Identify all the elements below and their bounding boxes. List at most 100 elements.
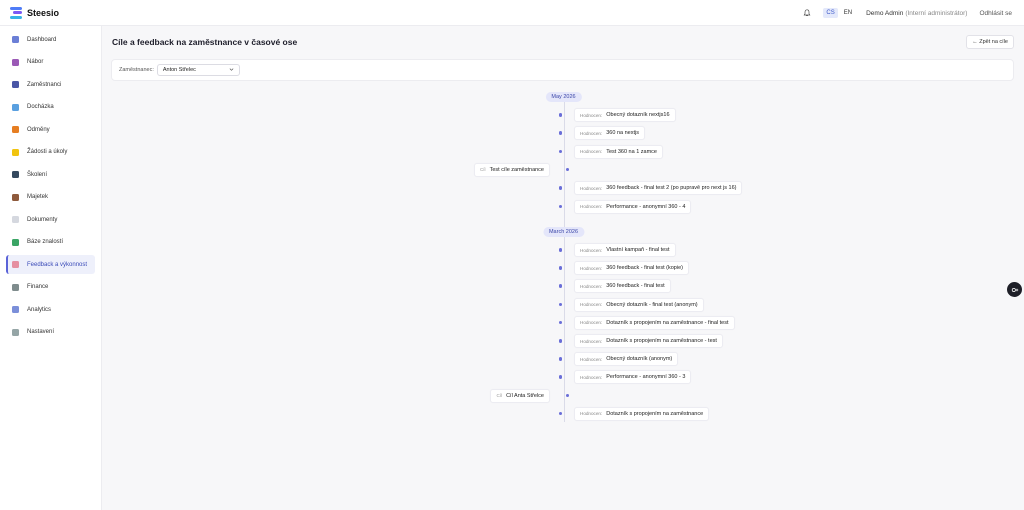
header-actions: CS EN Demo Admin (Interní administrátor)…	[803, 0, 1012, 26]
toggle-icon	[1011, 287, 1018, 292]
employee-filter-label: Zaměstnanec:	[119, 67, 154, 73]
timeline-dot	[558, 149, 562, 154]
sidebar-item-icon	[12, 283, 19, 291]
user-role: (Interní administrátor)	[905, 9, 968, 17]
feedback-card[interactable]: Hodnocen: Performance - anonymní 360 - 4	[574, 199, 692, 214]
timeline-dot	[565, 393, 569, 398]
goal-card[interactable]: Cíl Cíl Anta Střelce	[490, 388, 550, 403]
feedback-prefix: Hodnocen:	[580, 149, 603, 155]
sidebar-item[interactable]: Odměny	[6, 120, 95, 139]
page-title: Cíle a feedback na zaměstnance v časové …	[112, 37, 298, 47]
sidebar-item[interactable]: Analytics	[6, 300, 95, 319]
app-logo[interactable]: Steesio	[0, 6, 102, 19]
top-bar: Steesio CS EN Demo Admin (Interní admini…	[0, 0, 1024, 26]
logout-link[interactable]: Odhlásit se	[979, 10, 1012, 17]
back-to-goals-button[interactable]: ← Zpět na cíle	[966, 35, 1014, 49]
sidebar-item-icon	[12, 216, 19, 223]
employee-select[interactable]: Anton Střelec	[156, 64, 240, 76]
timeline-axis	[564, 92, 565, 422]
sidebar-item-label: Dokumenty	[27, 216, 58, 223]
sidebar-item-label: Zaměstnanci	[27, 81, 62, 88]
feedback-card[interactable]: Hodnocen: Dotazník s propojením na zaměst…	[574, 406, 710, 421]
sidebar-item-icon	[12, 306, 19, 313]
sidebar-item[interactable]: Docházka	[6, 98, 95, 117]
sidebar-item[interactable]: Školení	[6, 165, 95, 184]
sidebar-item-label: Majetek	[27, 194, 49, 200]
sidebar-item-label: Žádosti a úkoly	[27, 149, 68, 155]
feedback-card[interactable]: Hodnocen: 360 feedback - final test	[574, 279, 671, 294]
feedback-prefix: Hodnocen:	[580, 374, 603, 380]
sidebar-item[interactable]: Majetek	[6, 188, 95, 207]
filter-bar: Zaměstnanec: Anton Střelec	[111, 59, 1014, 81]
timeline-dot	[558, 339, 562, 343]
timeline-dot	[558, 411, 562, 416]
chevron-down-icon	[229, 68, 234, 71]
sidebar-item-label: Analytics	[27, 306, 52, 313]
feedback-card[interactable]: Hodnocen: 360 na nextjs	[574, 126, 645, 141]
sidebar-item-icon	[12, 193, 19, 201]
feedback-prefix: Hodnocen:	[580, 411, 603, 417]
lang-en-button[interactable]: EN	[841, 8, 855, 18]
main-content: Cíle a feedback na zaměstnance v časové …	[103, 26, 1024, 510]
sidebar-item[interactable]: Feedback a výkonnost	[6, 255, 95, 274]
bell-icon[interactable]	[803, 9, 811, 17]
feedback-card[interactable]: Hodnocen: 360 feedback - final test (kopi…	[574, 261, 689, 276]
feedback-card[interactable]: Hodnocen: Dotazník s propojením na zaměst…	[574, 315, 735, 330]
timeline-dot	[558, 284, 562, 288]
timeline-item-text: Test 360 na 1 zamce	[606, 148, 657, 155]
feedback-card[interactable]: Hodnocen: Dotazník s propojením na zaměst…	[574, 334, 723, 348]
month-badge: May 2026	[545, 92, 582, 102]
feedback-card[interactable]: Hodnocen: Vlastní kampaň - final test	[574, 243, 676, 257]
goal-card[interactable]: Cíl Test cíle zaměstnance	[473, 162, 550, 177]
sidebar-item-label: Nastavení	[27, 329, 55, 335]
lang-cs-button[interactable]: CS	[823, 8, 838, 18]
sidebar-item-icon	[12, 148, 19, 156]
feedback-prefix: Hodnocen:	[580, 338, 603, 344]
sidebar-item-label: Odměny	[27, 126, 50, 133]
timeline-item-text: Test cíle zaměstnance	[489, 166, 544, 173]
floating-settings-button[interactable]	[1007, 282, 1022, 297]
sidebar-item-label: Báze znalostí	[27, 239, 64, 245]
feedback-card[interactable]: Hodnocen: Performance - anonymní 360 - 3	[574, 370, 692, 385]
sidebar-item[interactable]: Báze znalostí	[6, 233, 95, 252]
sidebar-item[interactable]: Dokumenty	[6, 210, 95, 229]
steesio-logo-icon	[10, 6, 22, 19]
sidebar-item[interactable]: Dashboard	[6, 30, 95, 49]
timeline-dot	[558, 302, 562, 307]
sidebar-item-label: Feedback a výkonnost	[27, 261, 88, 268]
timeline-item-text: Performance - anonymní 360 - 3	[606, 374, 686, 381]
timeline-dot	[558, 113, 562, 117]
timeline-item-text: 360 feedback - final test	[606, 283, 665, 290]
feedback-prefix: Hodnocen:	[580, 356, 603, 362]
sidebar-item-icon	[12, 171, 19, 178]
sidebar-item[interactable]: Nastavení	[6, 323, 95, 342]
user-name: Demo Admin	[866, 9, 904, 17]
sidebar-item-icon	[12, 36, 19, 43]
feedback-card[interactable]: Hodnocen: Obecný dotazník - final test (a…	[574, 297, 704, 312]
sidebar-item-icon	[12, 126, 19, 133]
feedback-card[interactable]: Hodnocen: Test 360 na 1 zamce	[574, 144, 663, 159]
sidebar-item[interactable]: Nábor	[6, 53, 95, 72]
goal-prefix: Cíl	[496, 393, 503, 399]
goal-prefix: Cíl	[479, 167, 486, 173]
sidebar-item-label: Finance	[27, 284, 49, 290]
sidebar-item[interactable]: Finance	[6, 278, 95, 297]
timeline-item-text: Dotazník s propojením na zaměstnance - f…	[606, 319, 729, 326]
sidebar-item-icon	[12, 261, 19, 268]
feedback-card[interactable]: Hodnocen: Obecný dotazník (anonym)	[574, 352, 679, 367]
feedback-card[interactable]: Hodnocen: 360 feedback - final test 2 (po…	[574, 181, 743, 196]
timeline-item-text: Obecný dotazník (anonym)	[606, 356, 673, 363]
sidebar-item[interactable]: Zaměstnanci	[6, 75, 95, 94]
timeline-item-text: Cíl Anta Střelce	[506, 392, 544, 399]
feedback-prefix: Hodnocen:	[580, 204, 603, 209]
feedback-prefix: Hodnocen:	[580, 283, 603, 289]
feedback-prefix: Hodnocen:	[580, 112, 603, 118]
sidebar-item-label: Docházka	[27, 104, 54, 110]
feedback-card[interactable]: Hodnocen: Obecný dotazník nextjs16	[574, 108, 676, 122]
sidebar-item[interactable]: Žádosti a úkoly	[6, 143, 95, 162]
timeline-item-text: Obecný dotazník - final test (anonym)	[606, 301, 698, 308]
feedback-prefix: Hodnocen:	[580, 247, 603, 253]
timeline-dot	[558, 375, 562, 379]
timeline-item-text: Dotazník s propojením na zaměstnance - t…	[606, 338, 717, 344]
feedback-prefix: Hodnocen:	[580, 302, 603, 308]
